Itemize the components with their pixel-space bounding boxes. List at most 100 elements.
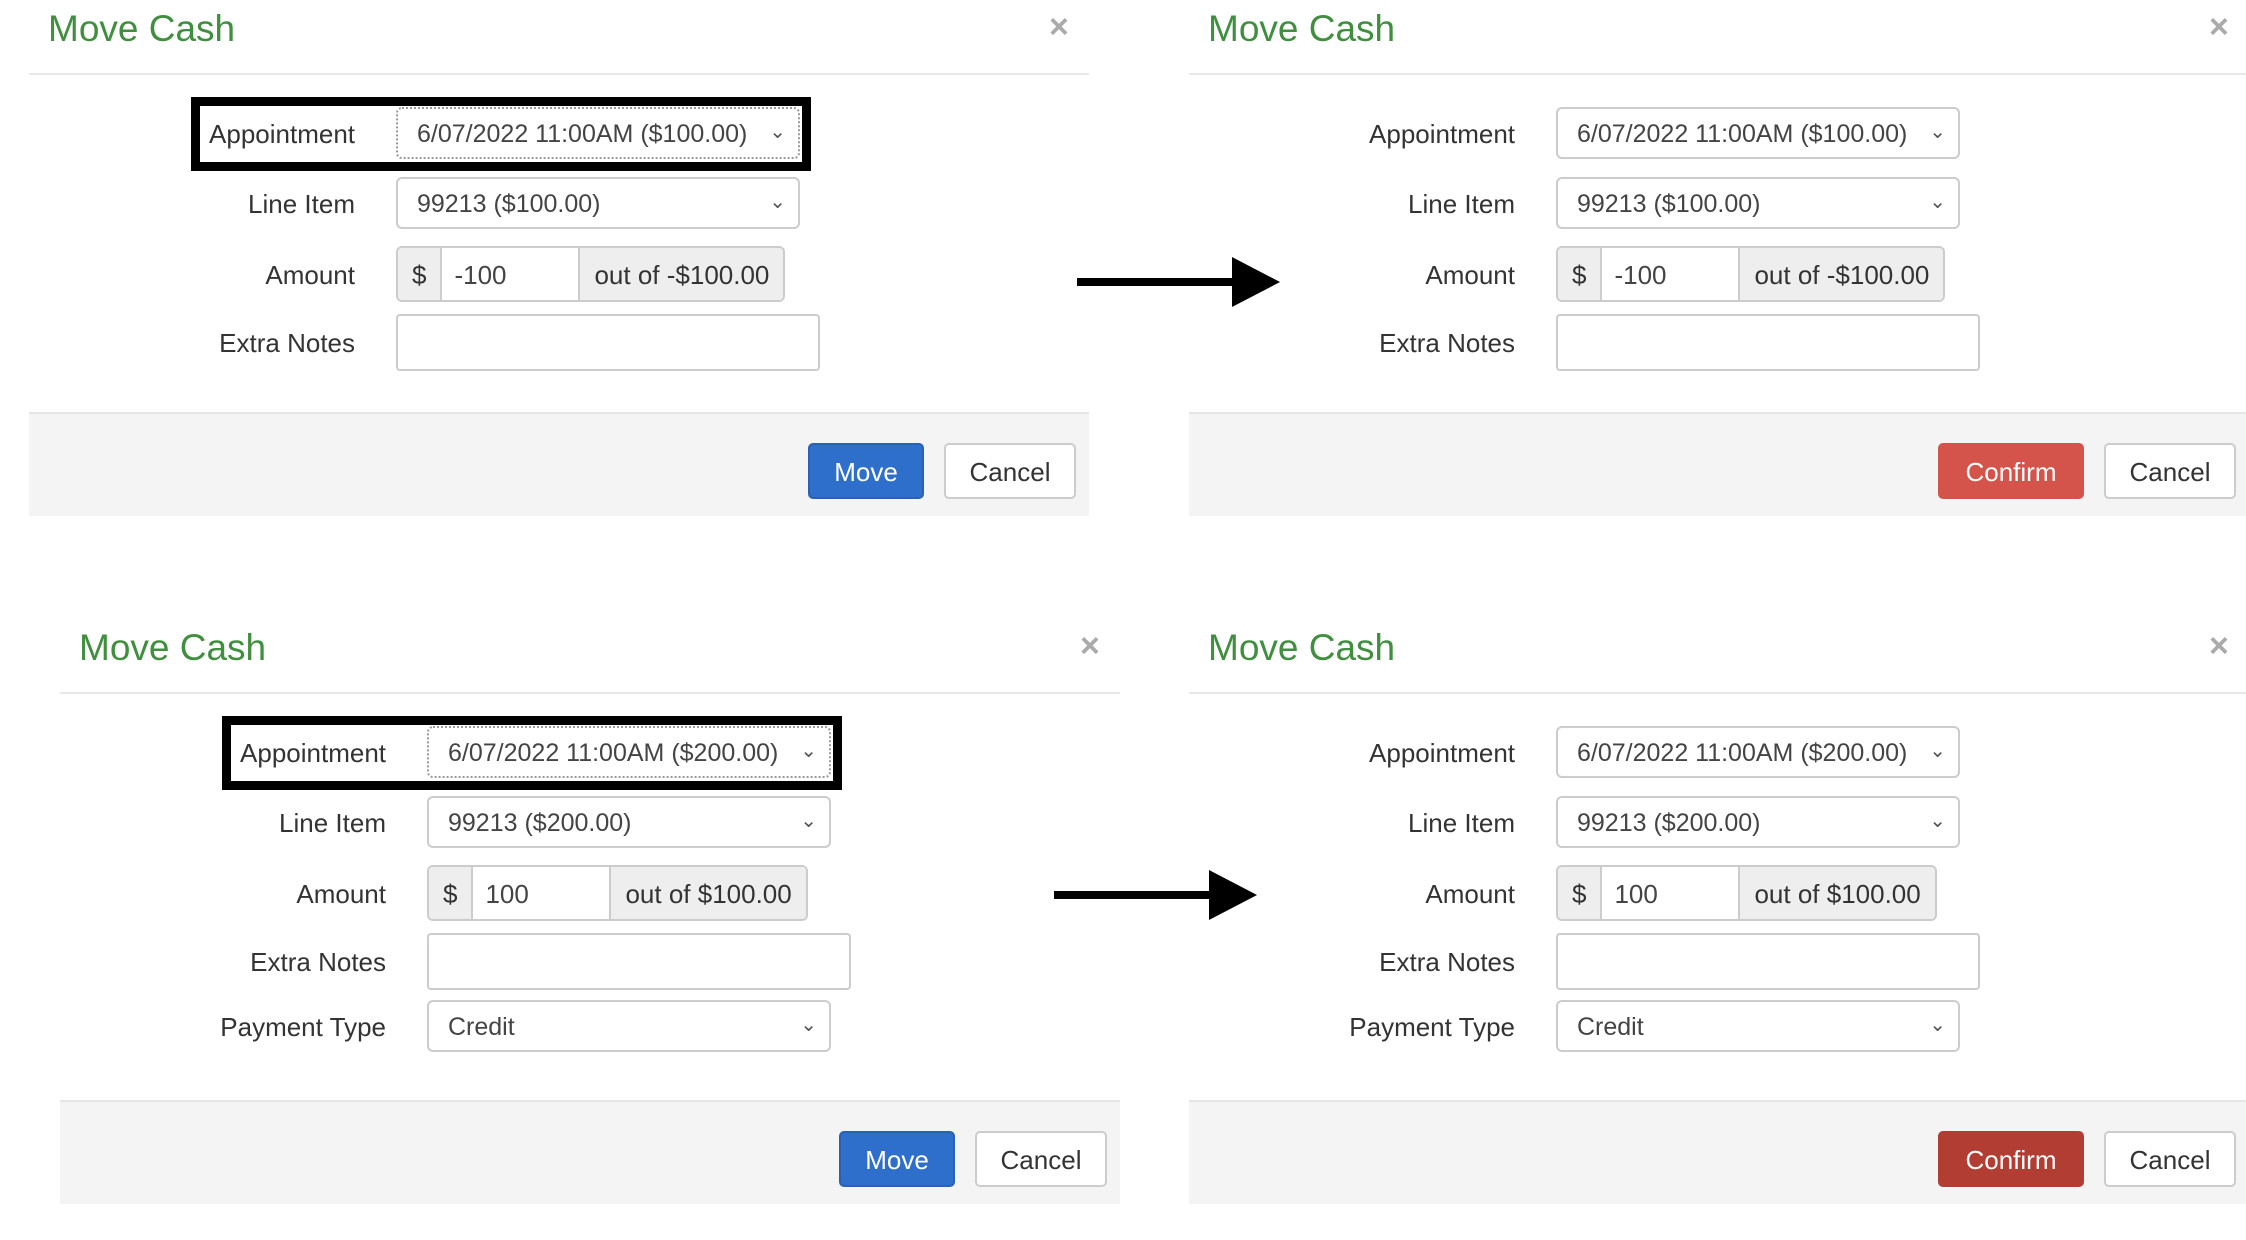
dialog-footer: Move Cancel [29,412,1089,516]
payment-type-row: Payment Type Credit ⌄ [60,998,1120,1054]
payment-type-value: Credit [1577,1013,1644,1041]
dialog-footer: Confirm Cancel [1189,1100,2246,1204]
chevron-down-icon: ⌄ [1929,810,1946,832]
move-cash-dialog: Move Cash × Appointment 6/07/2022 11:00A… [1189,619,2246,1204]
amount-input[interactable]: 100 [471,867,612,919]
line-item-label: Line Item [1408,189,1515,219]
confirm-button[interactable]: Confirm [1938,443,2084,499]
cancel-button[interactable]: Cancel [975,1131,1107,1187]
out-of-addon: out of -$100.00 [1740,248,1944,300]
move-cash-dialog: Move Cash × Appointment 6/07/2022 11:00A… [60,619,1120,1204]
amount-row: Amount $ 100 out of $100.00 [1189,865,2246,921]
line-item-value: 99213 ($100.00) [417,190,601,218]
appointment-row: Appointment 6/07/2022 11:00AM ($200.00) ⌄ [1189,724,2246,780]
move-button[interactable]: Move [808,443,924,499]
appointment-row: Appointment 6/07/2022 11:00AM ($100.00) ⌄ [1189,105,2246,161]
chevron-down-icon: ⌄ [1929,740,1946,762]
amount-row: Amount $ -100 out of -$100.00 [29,246,1089,302]
extra-notes-row: Extra Notes [29,314,1089,371]
close-icon[interactable]: × [1049,8,1069,47]
dialog-title: Move Cash [1208,8,1396,49]
extra-notes-label: Extra Notes [1379,328,1515,358]
dialog-footer: Move Cancel [60,1100,1120,1204]
extra-notes-row: Extra Notes [1189,933,2246,990]
extra-notes-row: Extra Notes [1189,314,2246,371]
currency-addon: $ [1558,867,1601,919]
header-divider [29,73,1089,75]
appointment-label: Appointment [1369,738,1515,768]
currency-addon: $ [1558,248,1601,300]
chevron-down-icon: ⌄ [800,1014,817,1036]
payment-type-value: Credit [448,1013,515,1041]
line-item-select[interactable]: 99213 ($100.00) ⌄ [1556,177,1960,229]
confirm-button[interactable]: Confirm [1938,1131,2084,1187]
line-item-label: Line Item [1408,808,1515,838]
amount-input-group: $ 100 out of $100.00 [427,865,808,921]
out-of-addon: out of $100.00 [611,867,806,919]
cancel-button[interactable]: Cancel [944,443,1076,499]
appointment-value: 6/07/2022 11:00AM ($200.00) [1577,739,1908,767]
line-item-row: Line Item 99213 ($100.00) ⌄ [29,175,1089,231]
extra-notes-label: Extra Notes [250,947,386,977]
line-item-row: Line Item 99213 ($100.00) ⌄ [1189,175,2246,231]
extra-notes-input[interactable] [396,314,820,371]
line-item-select[interactable]: 99213 ($200.00) ⌄ [427,796,831,848]
appointment-select[interactable]: 6/07/2022 11:00AM ($200.00) ⌄ [1556,726,1960,778]
payment-type-label: Payment Type [220,1012,386,1042]
amount-input-group: $ -100 out of -$100.00 [396,246,786,302]
chevron-down-icon: ⌄ [1929,191,1946,213]
dialog-title: Move Cash [1208,627,1396,668]
chevron-down-icon: ⌄ [1929,121,1946,143]
highlight-box [222,716,842,790]
extra-notes-input[interactable] [427,933,851,990]
amount-input[interactable]: -100 [1600,248,1741,300]
line-item-label: Line Item [248,189,355,219]
line-item-select[interactable]: 99213 ($200.00) ⌄ [1556,796,1960,848]
close-icon[interactable]: × [2209,627,2229,666]
payment-type-row: Payment Type Credit ⌄ [1189,998,2246,1054]
move-cash-dialog: Move Cash × Appointment 6/07/2022 11:00A… [29,0,1089,516]
cancel-button[interactable]: Cancel [2104,1131,2236,1187]
amount-input[interactable]: -100 [440,248,581,300]
amount-label: Amount [1425,879,1515,909]
amount-input-group: $ -100 out of -$100.00 [1556,246,1946,302]
highlight-box [191,97,811,171]
arrow-right-icon-top [1077,257,1280,307]
header-divider [60,692,1120,694]
close-icon[interactable]: × [1080,627,1100,666]
arrow-right-icon-bottom [1054,870,1257,920]
amount-label: Amount [296,879,386,909]
move-button[interactable]: Move [839,1131,955,1187]
chevron-down-icon: ⌄ [800,810,817,832]
line-item-value: 99213 ($200.00) [448,809,632,837]
currency-addon: $ [429,867,472,919]
amount-label: Amount [265,260,355,290]
appointment-select[interactable]: 6/07/2022 11:00AM ($100.00) ⌄ [1556,107,1960,159]
currency-addon: $ [398,248,441,300]
payment-type-select[interactable]: Credit ⌄ [1556,1000,1960,1052]
dialog-title: Move Cash [48,8,236,49]
cancel-button[interactable]: Cancel [2104,443,2236,499]
payment-type-label: Payment Type [1349,1012,1515,1042]
chevron-down-icon: ⌄ [769,191,786,213]
close-icon[interactable]: × [2209,8,2229,47]
amount-row: Amount $ 100 out of $100.00 [60,865,1120,921]
extra-notes-input[interactable] [1556,933,1980,990]
extra-notes-input[interactable] [1556,314,1980,371]
payment-type-select[interactable]: Credit ⌄ [427,1000,831,1052]
appointment-value: 6/07/2022 11:00AM ($100.00) [1577,120,1908,148]
amount-input-group: $ 100 out of $100.00 [1556,865,1937,921]
extra-notes-label: Extra Notes [1379,947,1515,977]
extra-notes-row: Extra Notes [60,933,1120,990]
chevron-down-icon: ⌄ [1929,1014,1946,1036]
dialog-title: Move Cash [79,627,267,668]
dialog-footer: Confirm Cancel [1189,412,2246,516]
out-of-addon: out of -$100.00 [580,248,784,300]
amount-label: Amount [1425,260,1515,290]
extra-notes-label: Extra Notes [219,328,355,358]
amount-input[interactable]: 100 [1600,867,1741,919]
line-item-select[interactable]: 99213 ($100.00) ⌄ [396,177,800,229]
line-item-value: 99213 ($100.00) [1577,190,1761,218]
line-item-value: 99213 ($200.00) [1577,809,1761,837]
line-item-label: Line Item [279,808,386,838]
